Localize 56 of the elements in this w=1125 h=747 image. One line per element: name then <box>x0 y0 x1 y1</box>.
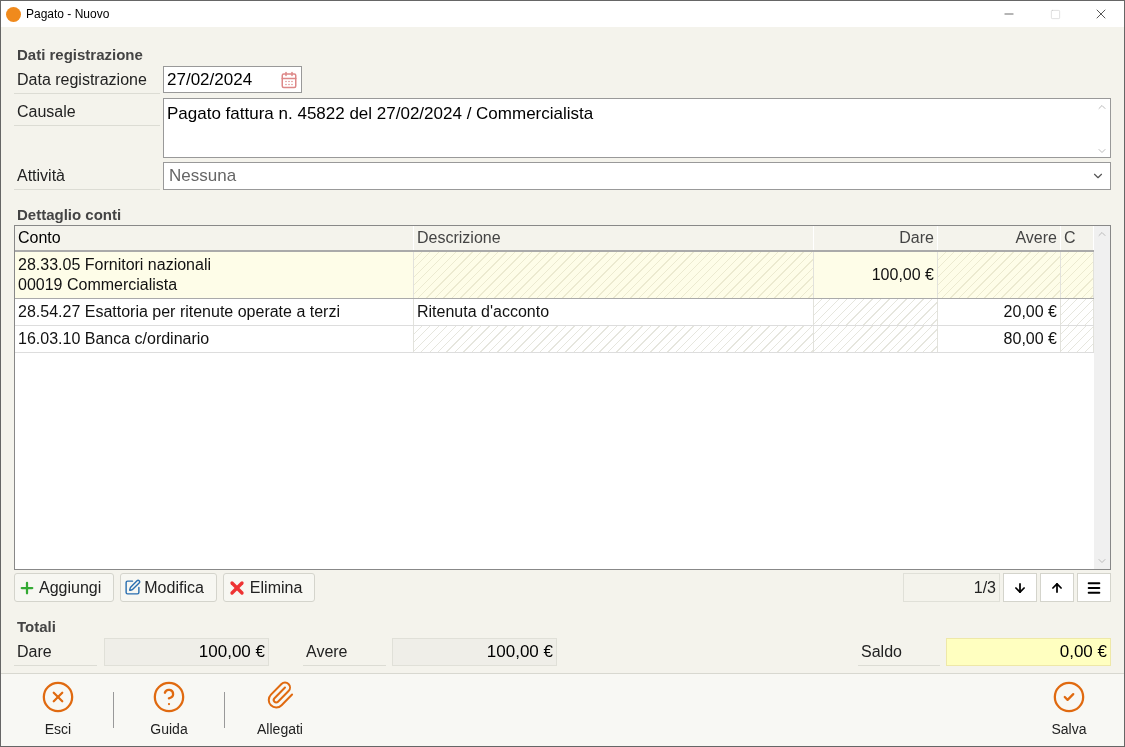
menu-button[interactable] <box>1077 573 1111 602</box>
table-cell: Ritenuta d'acconto <box>414 299 814 325</box>
section-title: Dettaglio conti <box>17 205 123 225</box>
date-field[interactable]: 27/02/2024 <box>163 66 302 93</box>
table-cell: 28.54.27 Esattoria per ritenute operate a terzi <box>15 299 414 325</box>
table-cell: 20,00 € <box>938 299 1061 325</box>
scrollbar[interactable] <box>1094 226 1110 569</box>
record-counter: 1/3 <box>903 573 1000 602</box>
table-cell: 80,00 € <box>938 326 1061 352</box>
table-cell: 28.33.05 Fornitori nazionali 00019 Commercialista <box>15 252 414 298</box>
menu-icon <box>1086 579 1102 596</box>
total-field: 100,00 € <box>104 638 269 666</box>
column-header[interactable]: Conto <box>15 226 414 250</box>
footer-button[interactable]: Esci <box>15 680 101 740</box>
previous-button[interactable] <box>1040 573 1074 602</box>
field-label: Attività <box>17 165 65 186</box>
select-field[interactable]: Nessuna <box>163 162 1111 190</box>
arrow-down-icon <box>1013 580 1027 595</box>
calendar-icon[interactable] <box>280 70 298 89</box>
field-label: Saldo <box>861 641 902 662</box>
total-field: 100,00 € <box>392 638 557 666</box>
table-row[interactable]: 16.03.10 Banca c/ordinario 80,00 € <box>15 326 1094 353</box>
text-area[interactable]: Pagato fattura n. 45822 del 27/02/2024 / Commercialista <box>163 98 1111 158</box>
section-title: Totali <box>17 617 57 637</box>
app-logo-icon <box>6 6 21 22</box>
edit-icon <box>124 579 142 596</box>
paperclip-icon <box>265 680 295 710</box>
toolbar-button[interactable]: Aggiungi <box>14 573 115 602</box>
arrow-up-icon <box>1050 580 1064 595</box>
footer-button[interactable]: Salva <box>1026 680 1112 740</box>
field-label: Dare <box>17 641 52 662</box>
balance-field: 0,00 € <box>946 638 1111 666</box>
table-cell: 16.03.10 Banca c/ordinario <box>15 326 414 352</box>
table-cell: 100,00 € <box>814 252 938 298</box>
footer-button[interactable]: Guida <box>126 680 212 740</box>
window-title: Pagato - Nuovo <box>26 6 110 23</box>
column-header[interactable]: Dare <box>814 226 938 250</box>
close-icon <box>41 680 75 714</box>
next-button[interactable] <box>1003 573 1037 602</box>
table-cell <box>1061 299 1094 325</box>
field-label: Causale <box>17 101 76 122</box>
toolbar-button[interactable]: Elimina <box>222 573 316 602</box>
toolbar-button[interactable]: Modifica <box>120 573 217 602</box>
column-header[interactable]: Avere <box>938 226 1061 250</box>
column-header[interactable]: Descrizione <box>414 226 814 250</box>
help-icon <box>152 680 186 714</box>
field-label: Avere <box>306 641 348 662</box>
maximize-icon <box>1049 8 1061 20</box>
table-cell <box>1061 326 1094 352</box>
check-icon <box>1052 680 1086 714</box>
table-row[interactable]: 28.33.05 Fornitori nazionali 00019 Commercialista 100,00 € <box>15 252 1094 299</box>
section-title: Dati registrazione <box>17 45 144 65</box>
footer-button[interactable]: Allegati <box>237 680 323 740</box>
field-label: Data registrazione <box>17 69 147 90</box>
table-cell <box>1061 252 1094 298</box>
table-row[interactable]: 28.54.27 Esattoria per ritenute operate a terzi Ritenuta d'acconto 20,00 € <box>15 299 1094 326</box>
